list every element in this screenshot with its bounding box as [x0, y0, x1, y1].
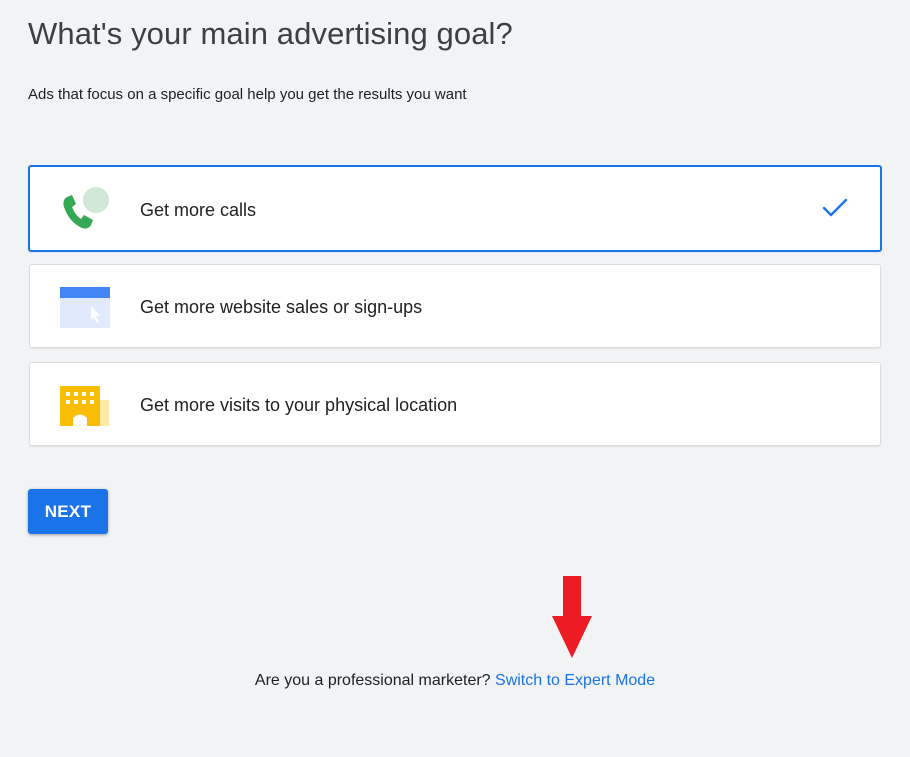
expert-mode-prompt: Are you a professional marketer? Switch …	[0, 672, 910, 690]
building-icon	[60, 386, 109, 426]
goal-option-website[interactable]: Get more website sales or sign-ups	[29, 264, 881, 348]
goal-option-label: Get more website sales or sign-ups	[140, 297, 423, 317]
next-button[interactable]: NEXT	[28, 489, 108, 534]
goal-option-location[interactable]: Get more visits to your physical locatio…	[29, 362, 881, 446]
phone-call-icon	[63, 187, 109, 229]
footer-question: Are you a professional marketer?	[254, 672, 491, 689]
goal-option-calls[interactable]: Get more calls	[28, 165, 882, 252]
page-subtitle: Ads that focus on a specific goal help y…	[28, 86, 467, 103]
arrow-down-icon	[552, 576, 592, 658]
website-cursor-icon	[60, 287, 110, 328]
page-title: What's your main advertising goal?	[28, 16, 513, 51]
goal-option-label: Get more calls	[140, 200, 257, 220]
checkmark-icon	[822, 198, 848, 217]
goal-option-label: Get more visits to your physical locatio…	[140, 395, 458, 415]
switch-to-expert-mode-link[interactable]: Switch to Expert Mode	[495, 672, 655, 689]
